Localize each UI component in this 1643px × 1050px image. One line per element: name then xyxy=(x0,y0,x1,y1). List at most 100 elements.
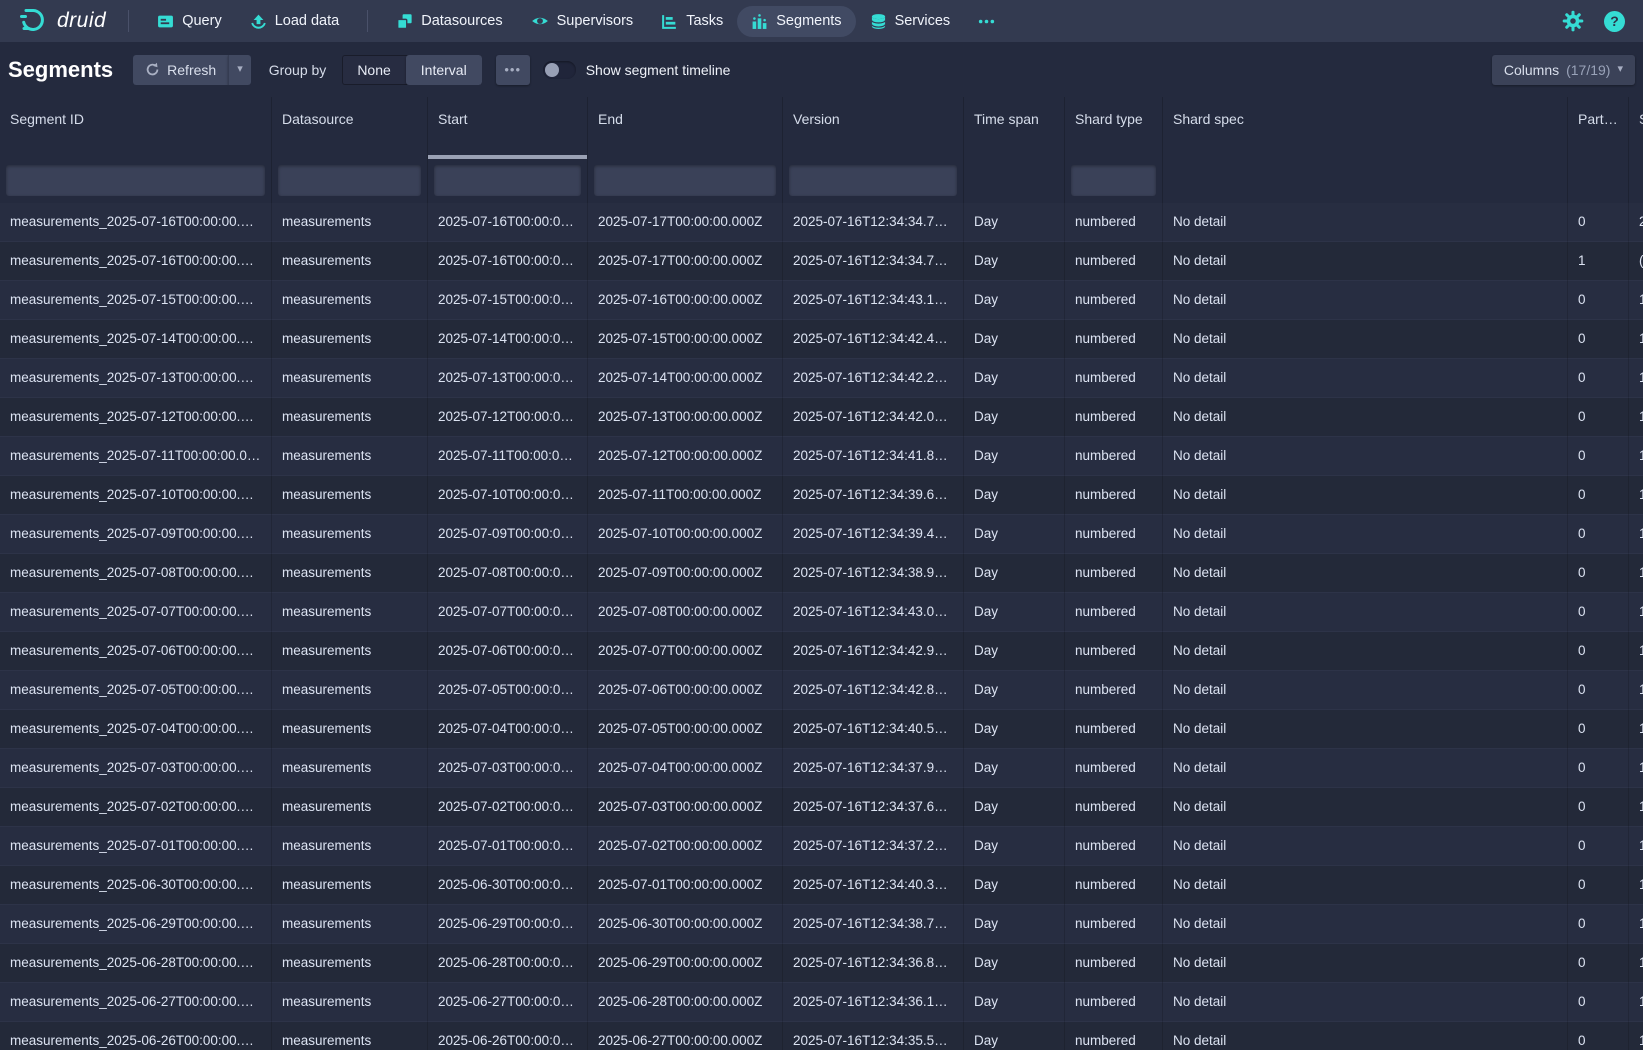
table-row[interactable]: measurements_2025-07-12T00:00:00.000Z...… xyxy=(0,398,1643,437)
cell-shard_spec[interactable]: No detail xyxy=(1163,866,1568,905)
table-row[interactable]: measurements_2025-06-30T00:00:00.000Z...… xyxy=(0,866,1643,905)
cell-shard_spec[interactable]: No detail xyxy=(1163,593,1568,632)
cell-segment_id[interactable]: measurements_2025-07-03T00:00:00.000Z... xyxy=(0,749,272,788)
cell-shard_type[interactable]: numbered xyxy=(1065,866,1163,905)
cell-time_span[interactable]: Day xyxy=(964,398,1065,437)
table-row[interactable]: measurements_2025-07-01T00:00:00.000Z...… xyxy=(0,827,1643,866)
cell-size[interactable]: 1 xyxy=(1629,398,1643,437)
cell-start[interactable]: 2025-06-27T00:00:00.000Z xyxy=(428,983,588,1022)
table-row[interactable]: measurements_2025-06-29T00:00:00.000Z...… xyxy=(0,905,1643,944)
cell-start[interactable]: 2025-07-04T00:00:00.000Z xyxy=(428,710,588,749)
cell-segment_id[interactable]: measurements_2025-06-27T00:00:00.000Z... xyxy=(0,983,272,1022)
cell-shard_type[interactable]: numbered xyxy=(1065,593,1163,632)
cell-datasource[interactable]: measurements xyxy=(272,203,428,242)
table-row[interactable]: measurements_2025-07-10T00:00:00.000Z...… xyxy=(0,476,1643,515)
cell-datasource[interactable]: measurements xyxy=(272,710,428,749)
cell-time_span[interactable]: Day xyxy=(964,905,1065,944)
cell-time_span[interactable]: Day xyxy=(964,320,1065,359)
cell-datasource[interactable]: measurements xyxy=(272,593,428,632)
cell-datasource[interactable]: measurements xyxy=(272,281,428,320)
table-row[interactable]: measurements_2025-07-06T00:00:00.000Z...… xyxy=(0,632,1643,671)
cell-size[interactable]: 1 xyxy=(1629,671,1643,710)
cell-version[interactable]: 2025-07-16T12:34:36.823Z xyxy=(783,944,964,983)
cell-size[interactable]: 1 xyxy=(1629,749,1643,788)
cell-start[interactable]: 2025-07-15T00:00:00.000Z xyxy=(428,281,588,320)
table-row[interactable]: measurements_2025-07-03T00:00:00.000Z...… xyxy=(0,749,1643,788)
cell-partition[interactable]: 0 xyxy=(1568,827,1629,866)
cell-size[interactable]: 2 xyxy=(1629,203,1643,242)
cell-partition[interactable]: 0 xyxy=(1568,476,1629,515)
table-row[interactable]: measurements_2025-07-02T00:00:00.000Z...… xyxy=(0,788,1643,827)
group-by-option-interval[interactable]: Interval xyxy=(406,55,482,85)
cell-version[interactable]: 2025-07-16T12:34:35.567Z xyxy=(783,1022,964,1050)
cell-segment_id[interactable]: measurements_2025-07-02T00:00:00.000Z... xyxy=(0,788,272,827)
cell-segment_id[interactable]: measurements_2025-07-15T00:00:00.000Z... xyxy=(0,281,272,320)
table-row[interactable]: measurements_2025-06-27T00:00:00.000Z...… xyxy=(0,983,1643,1022)
cell-start[interactable]: 2025-07-11T00:00:00.000Z xyxy=(428,437,588,476)
cell-datasource[interactable]: measurements xyxy=(272,866,428,905)
cell-segment_id[interactable]: measurements_2025-07-10T00:00:00.000Z... xyxy=(0,476,272,515)
cell-datasource[interactable]: measurements xyxy=(272,554,428,593)
cell-segment_id[interactable]: measurements_2025-07-06T00:00:00.000Z... xyxy=(0,632,272,671)
cell-partition[interactable]: 0 xyxy=(1568,281,1629,320)
column-header-size[interactable]: Size xyxy=(1629,97,1643,159)
cell-shard_type[interactable]: numbered xyxy=(1065,437,1163,476)
cell-shard_type[interactable]: numbered xyxy=(1065,554,1163,593)
cell-start[interactable]: 2025-06-26T00:00:00.000Z xyxy=(428,1022,588,1050)
help-icon[interactable]: ? xyxy=(1604,11,1625,32)
cell-size[interactable]: 1 xyxy=(1629,476,1643,515)
cell-version[interactable]: 2025-07-16T12:34:38.760Z xyxy=(783,905,964,944)
cell-end[interactable]: 2025-07-01T00:00:00.000Z xyxy=(588,866,783,905)
column-header-shard_spec[interactable]: Shard spec xyxy=(1163,97,1568,159)
cell-start[interactable]: 2025-07-05T00:00:00.000Z xyxy=(428,671,588,710)
cell-size[interactable]: 1 xyxy=(1629,983,1643,1022)
cell-shard_spec[interactable]: No detail xyxy=(1163,203,1568,242)
cell-partition[interactable]: 1 xyxy=(1568,242,1629,281)
refresh-options-button[interactable]: ▾ xyxy=(228,55,251,85)
cell-shard_spec[interactable]: No detail xyxy=(1163,749,1568,788)
cell-end[interactable]: 2025-07-17T00:00:00.000Z xyxy=(588,242,783,281)
cell-size[interactable]: 1 xyxy=(1629,866,1643,905)
druid-logo[interactable]: druid xyxy=(10,4,114,39)
cell-shard_spec[interactable]: No detail xyxy=(1163,1022,1568,1050)
cell-datasource[interactable]: measurements xyxy=(272,398,428,437)
nav-item-load-data[interactable]: Load data xyxy=(236,6,354,37)
cell-time_span[interactable]: Day xyxy=(964,554,1065,593)
cell-partition[interactable]: 0 xyxy=(1568,749,1629,788)
cell-end[interactable]: 2025-07-16T00:00:00.000Z xyxy=(588,281,783,320)
cell-partition[interactable]: 0 xyxy=(1568,671,1629,710)
cell-shard_spec[interactable]: No detail xyxy=(1163,710,1568,749)
cell-end[interactable]: 2025-07-07T00:00:00.000Z xyxy=(588,632,783,671)
cell-end[interactable]: 2025-07-05T00:00:00.000Z xyxy=(588,710,783,749)
cell-start[interactable]: 2025-07-08T00:00:00.000Z xyxy=(428,554,588,593)
cell-version[interactable]: 2025-07-16T12:34:40.344Z xyxy=(783,866,964,905)
cell-end[interactable]: 2025-07-17T00:00:00.000Z xyxy=(588,203,783,242)
cell-start[interactable]: 2025-07-10T00:00:00.000Z xyxy=(428,476,588,515)
cell-size[interactable]: 1 xyxy=(1629,710,1643,749)
settings-gear-icon[interactable] xyxy=(1562,10,1584,32)
cell-segment_id[interactable]: measurements_2025-06-28T00:00:00.000Z... xyxy=(0,944,272,983)
nav-item-query[interactable]: Query xyxy=(143,6,236,37)
cell-datasource[interactable]: measurements xyxy=(272,632,428,671)
cell-size[interactable]: 1 xyxy=(1629,944,1643,983)
table-row[interactable]: measurements_2025-07-16T00:00:00.000Z...… xyxy=(0,203,1643,242)
cell-size[interactable]: 1 xyxy=(1629,788,1643,827)
nav-item-tasks[interactable]: Tasks xyxy=(647,6,737,37)
cell-start[interactable]: 2025-07-12T00:00:00.000Z xyxy=(428,398,588,437)
cell-segment_id[interactable]: measurements_2025-07-05T00:00:00.000Z... xyxy=(0,671,272,710)
cell-shard_spec[interactable]: No detail xyxy=(1163,788,1568,827)
cell-shard_type[interactable]: numbered xyxy=(1065,320,1163,359)
cell-shard_spec[interactable]: No detail xyxy=(1163,983,1568,1022)
cell-shard_type[interactable]: numbered xyxy=(1065,944,1163,983)
cell-start[interactable]: 2025-07-14T00:00:00.000Z xyxy=(428,320,588,359)
cell-partition[interactable]: 0 xyxy=(1568,1022,1629,1050)
cell-time_span[interactable]: Day xyxy=(964,203,1065,242)
cell-version[interactable]: 2025-07-16T12:34:37.670Z xyxy=(783,788,964,827)
cell-size[interactable]: 1 xyxy=(1629,281,1643,320)
cell-end[interactable]: 2025-07-15T00:00:00.000Z xyxy=(588,320,783,359)
cell-end[interactable]: 2025-06-27T00:00:00.000Z xyxy=(588,1022,783,1050)
cell-datasource[interactable]: measurements xyxy=(272,320,428,359)
cell-start[interactable]: 2025-07-09T00:00:00.000Z xyxy=(428,515,588,554)
cell-start[interactable]: 2025-07-07T00:00:00.000Z xyxy=(428,593,588,632)
nav-item-segments[interactable]: Segments xyxy=(737,6,855,37)
